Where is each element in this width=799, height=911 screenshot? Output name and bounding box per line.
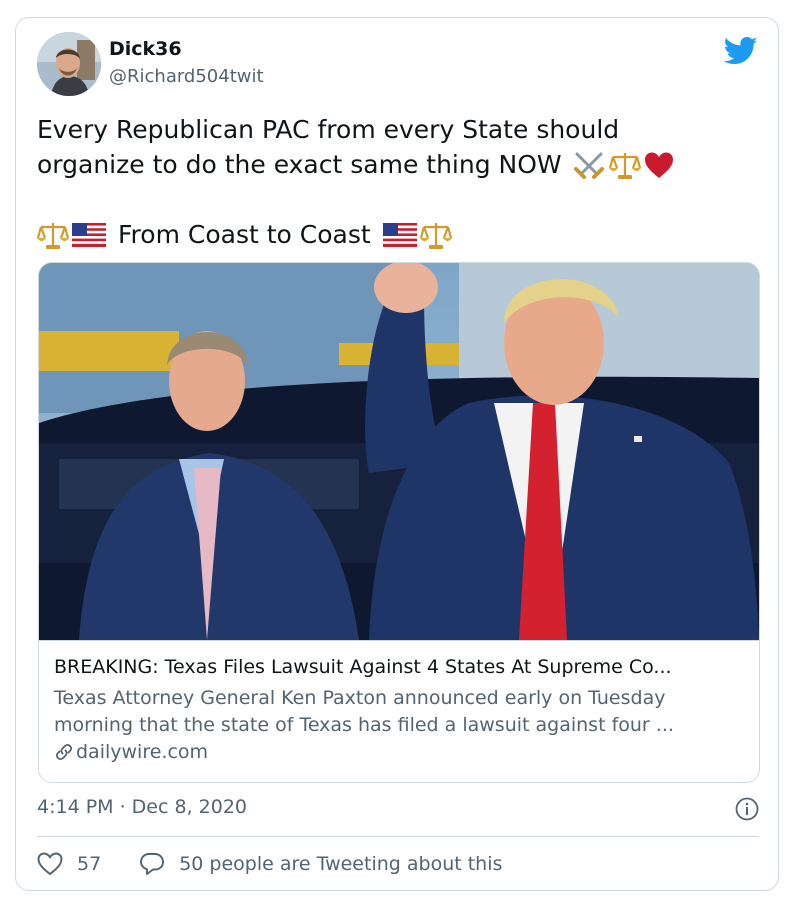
us-flag-icon	[382, 222, 417, 247]
avatar[interactable]	[37, 32, 101, 96]
crossed-swords-icon	[573, 152, 604, 179]
link-preview-card[interactable]: BREAKING: Texas Files Lawsuit Against 4 …	[38, 262, 760, 783]
link-description: Texas Attorney General Ken Paxton announ…	[54, 685, 744, 739]
tweet-text-line-2-row: organize to do the exact same thing NOW	[37, 147, 757, 182]
tweet-text-line-2: organize to do the exact same thing NOW	[37, 150, 562, 179]
us-flag-icon	[72, 222, 106, 247]
user-handle[interactable]: @Richard504twit	[109, 66, 264, 87]
tweet-text-line-3-row: From Coast to Coast	[37, 217, 757, 252]
reply-button[interactable]: 50 people are Tweeting about this	[139, 852, 502, 876]
link-icon	[55, 743, 73, 761]
divider	[37, 836, 759, 837]
info-icon[interactable]	[735, 797, 759, 821]
article-photo[interactable]	[39, 263, 759, 640]
tweet-text: Every Republican PAC from every State sh…	[37, 112, 757, 252]
link-domain-row[interactable]: dailywire.com	[54, 741, 208, 763]
display-name[interactable]: Dick36	[109, 38, 182, 60]
red-heart-icon	[644, 152, 673, 178]
link-domain[interactable]: dailywire.com	[76, 741, 208, 763]
twitter-bird-icon[interactable]	[724, 36, 758, 66]
balance-scale-icon	[419, 222, 452, 249]
tweet-text-line-3: From Coast to Coast	[118, 220, 371, 249]
link-title[interactable]: BREAKING: Texas Files Lawsuit Against 4 …	[54, 656, 754, 678]
link-description-line-1: Texas Attorney General Ken Paxton announ…	[54, 687, 666, 709]
speech-bubble-icon	[140, 853, 165, 875]
balance-scale-icon	[37, 222, 69, 249]
link-info[interactable]: BREAKING: Texas Files Lawsuit Against 4 …	[39, 640, 759, 782]
tweet-card[interactable]: Dick36 @Richard504twit Every Republican …	[15, 17, 779, 891]
balance-scale-icon	[608, 152, 641, 179]
tweet-text-line-1: Every Republican PAC from every State sh…	[37, 115, 620, 144]
link-description-line-2: morning that the state of Texas has file…	[54, 714, 674, 736]
reply-text: 50 people are Tweeting about this	[179, 853, 503, 875]
heart-outline-icon[interactable]	[37, 852, 63, 876]
avatar-image	[37, 32, 101, 96]
like-count: 57	[77, 853, 102, 875]
tweet-actions: 57 50 people are Tweeting about this	[37, 852, 502, 876]
tweet-timestamp[interactable]: 4:14 PM · Dec 8, 2020	[37, 796, 247, 818]
